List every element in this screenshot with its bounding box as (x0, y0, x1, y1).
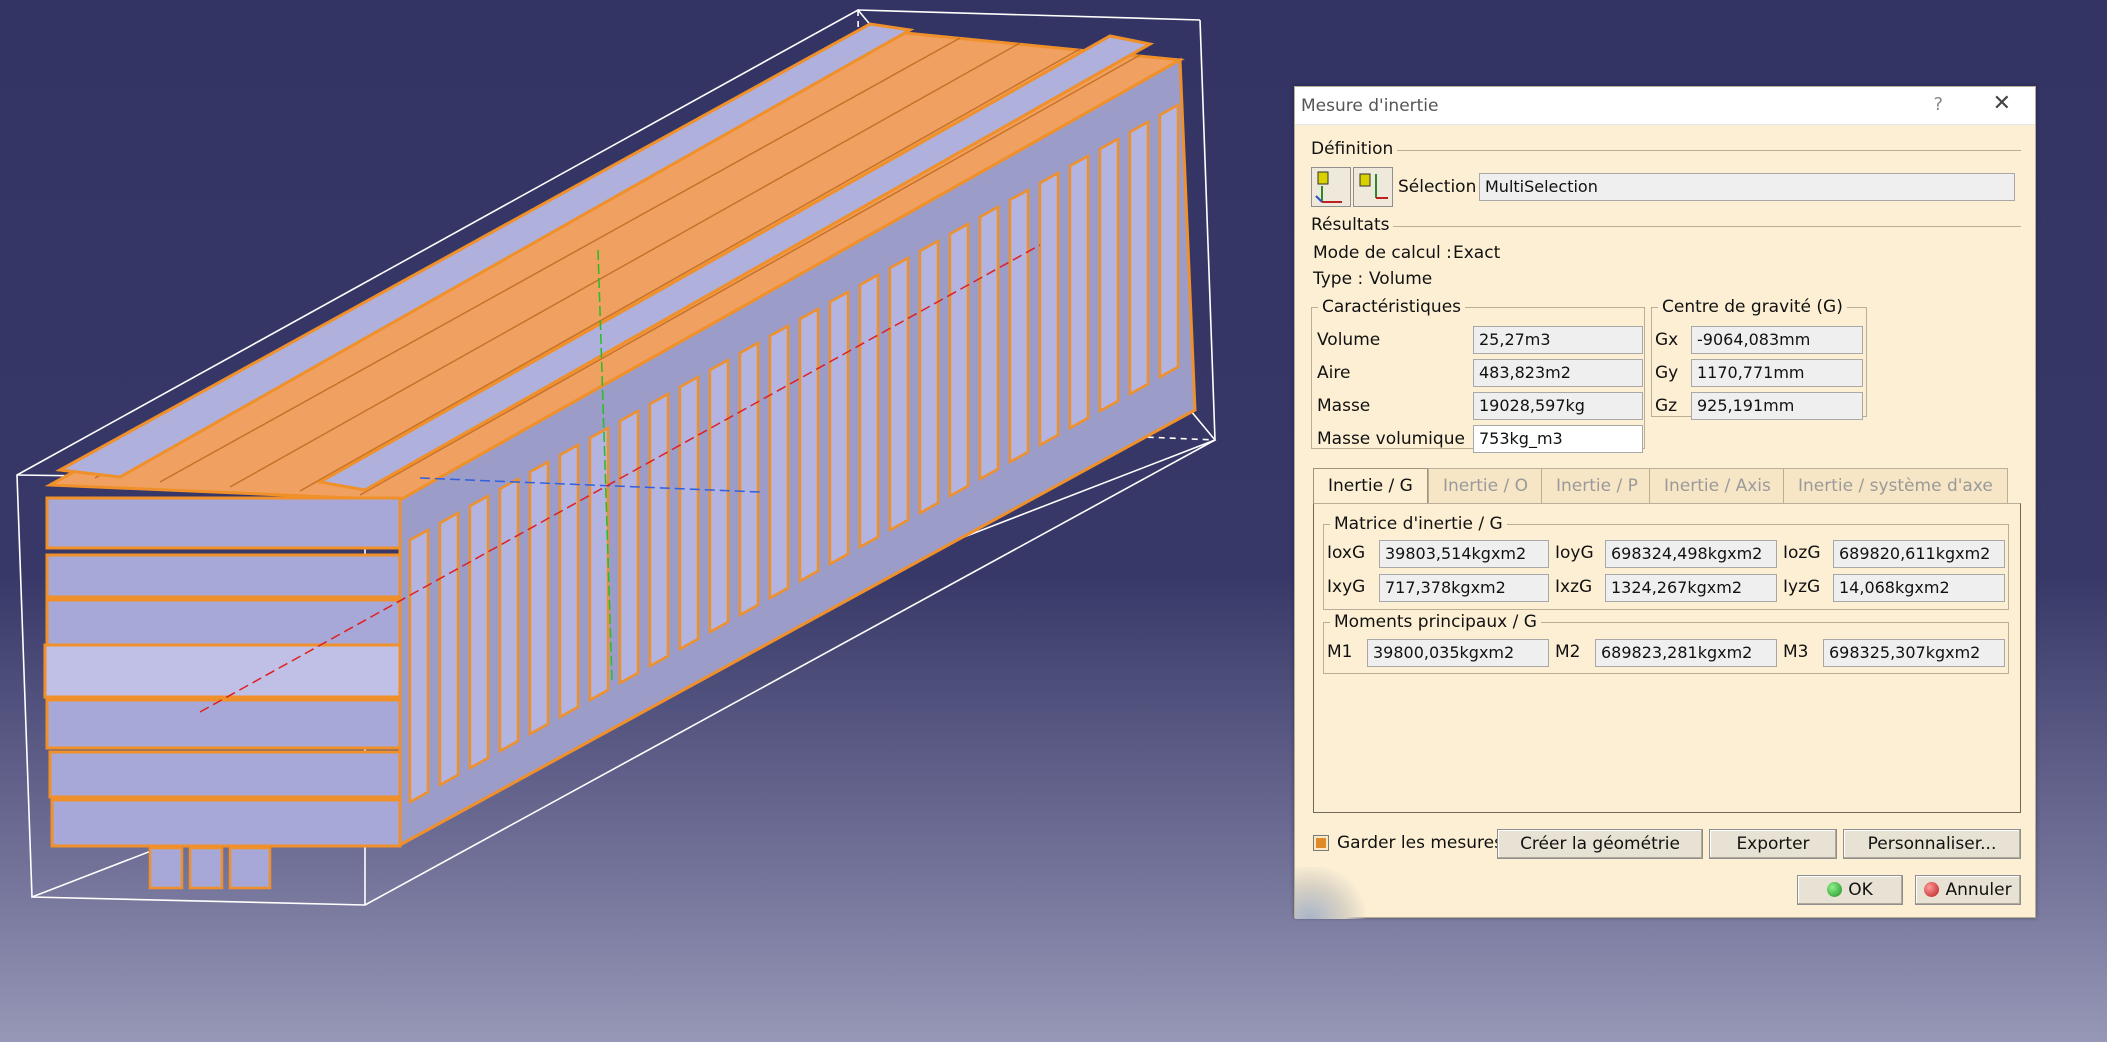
gx-field[interactable]: -9064,083mm (1691, 326, 1863, 354)
m2-label: M2 (1555, 642, 1581, 662)
gy-label: Gy (1655, 363, 1679, 383)
density-field[interactable]: 753kg_m3 (1473, 425, 1643, 453)
help-icon[interactable]: ? (1933, 94, 1943, 115)
area-field[interactable]: 483,823m2 (1473, 359, 1643, 387)
inertia-dialog: Mesure d'inertie ? ✕ Définition Sélectio… (1294, 86, 2036, 919)
keep-measures-checkbox[interactable] (1313, 835, 1329, 851)
cancel-icon (1924, 882, 1940, 897)
density-label: Masse volumique (1317, 429, 1465, 449)
export-button[interactable]: Exporter (1709, 829, 1837, 859)
area-label: Aire (1317, 363, 1351, 383)
results-title: Résultats (1311, 215, 1394, 235)
cancel-label: Annuler (1945, 880, 2012, 900)
tab-inertia-p[interactable]: Inertie / P (1541, 468, 1653, 504)
ixzg-label: IxzG (1555, 577, 1593, 597)
tab-inertia-o[interactable]: Inertie / O (1428, 468, 1543, 504)
create-geometry-button[interactable]: Créer la géométrie (1497, 829, 1703, 859)
gy-field[interactable]: 1170,771mm (1691, 359, 1863, 387)
dialog-title: Mesure d'inertie (1301, 96, 1439, 116)
volume-label: Volume (1317, 330, 1381, 350)
inertia-tabs: Inertie / G Inertie / O Inertie / P Iner… (1313, 468, 2021, 506)
volume-field[interactable]: 25,27m3 (1473, 326, 1643, 354)
ioyg-label: IoyG (1555, 543, 1594, 563)
matrix-title: Matrice d'inertie / G (1330, 514, 1507, 534)
characteristics-title: Caractéristiques (1318, 297, 1466, 317)
customize-button[interactable]: Personnaliser... (1843, 829, 2021, 859)
dialog-titlebar[interactable]: Mesure d'inertie ? ✕ (1295, 87, 2035, 125)
ioyg-field[interactable]: 698324,498kgxm2 (1605, 540, 1777, 568)
inertia-3d-icon[interactable] (1311, 167, 1351, 207)
iyzg-field[interactable]: 14,068kgxm2 (1833, 574, 2005, 602)
tab-inertia-axis[interactable]: Inertie / Axis (1649, 468, 1786, 504)
m1-field[interactable]: 39800,035kgxm2 (1367, 639, 1549, 667)
iozg-label: IozG (1783, 543, 1821, 563)
iozg-field[interactable]: 689820,611kgxm2 (1833, 540, 2005, 568)
close-icon[interactable]: ✕ (1993, 91, 2011, 116)
m3-label: M3 (1783, 642, 1809, 662)
ioxg-field[interactable]: 39803,514kgxm2 (1379, 540, 1549, 568)
gravity-title: Centre de gravité (G) (1658, 297, 1847, 317)
type-label: Type : (1313, 269, 1364, 289)
keep-measures-label: Garder les mesures (1337, 833, 1503, 853)
mass-field[interactable]: 19028,597kg (1473, 392, 1643, 420)
iyzg-label: IyzG (1783, 577, 1821, 597)
tab-inertia-g[interactable]: Inertie / G (1313, 468, 1428, 506)
m2-field[interactable]: 689823,281kgxm2 (1595, 639, 1777, 667)
mass-label: Masse (1317, 396, 1371, 416)
definition-separator (1311, 150, 2021, 151)
m3-field[interactable]: 698325,307kgxm2 (1823, 639, 2005, 667)
ixyg-field[interactable]: 717,378kgxm2 (1379, 574, 1549, 602)
selection-label: Sélection : (1398, 177, 1488, 197)
moments-title: Moments principaux / G (1330, 612, 1541, 632)
selection-field[interactable]: MultiSelection (1479, 173, 2015, 201)
ixzg-field[interactable]: 1324,267kgxm2 (1605, 574, 1777, 602)
inertia-2d-icon[interactable] (1353, 167, 1393, 207)
definition-title: Définition (1311, 139, 1398, 159)
cad-model[interactable] (43, 22, 1197, 890)
gx-label: Gx (1655, 330, 1679, 350)
type-value: Volume (1369, 269, 1433, 289)
ok-button[interactable]: OK (1797, 875, 1903, 905)
tab-inertia-axis-system[interactable]: Inertie / système d'axe (1783, 468, 2008, 504)
mode-value: Exact (1453, 243, 1501, 263)
results-separator (1311, 226, 2021, 227)
decorative-globe-icon (1295, 867, 1365, 919)
ixyg-label: IxyG (1327, 577, 1366, 597)
gz-label: Gz (1655, 396, 1678, 416)
ok-label: OK (1848, 880, 1873, 900)
cancel-button[interactable]: Annuler (1915, 875, 2021, 905)
m1-label: M1 (1327, 642, 1353, 662)
mode-label: Mode de calcul : (1313, 243, 1452, 263)
ioxg-label: IoxG (1327, 543, 1366, 563)
ok-icon (1827, 882, 1843, 897)
gz-field[interactable]: 925,191mm (1691, 392, 1863, 420)
